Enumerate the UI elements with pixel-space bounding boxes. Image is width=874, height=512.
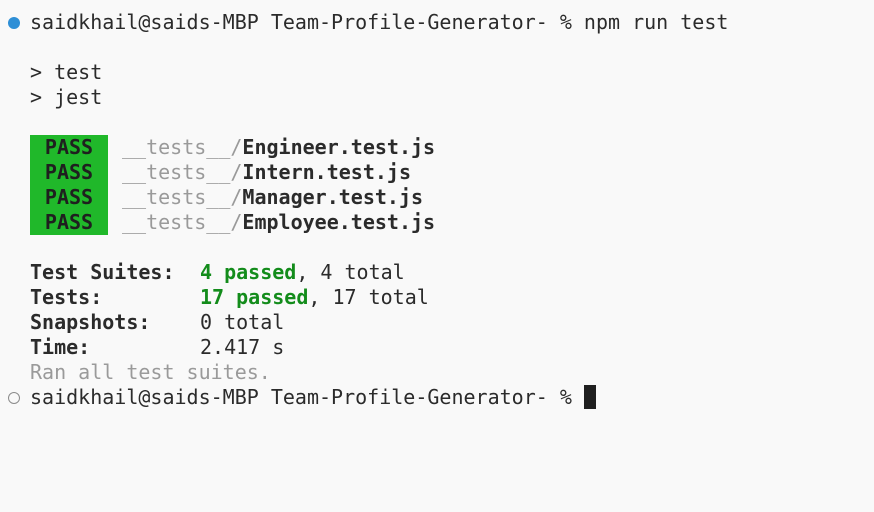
test-file: Engineer.test.js bbox=[242, 135, 436, 159]
test-file: Intern.test.js bbox=[242, 160, 411, 184]
summary-label: Snapshots: bbox=[30, 310, 151, 334]
test-result-row: PASS __tests__/Intern.test.js bbox=[30, 160, 411, 185]
pass-badge: PASS bbox=[30, 160, 108, 185]
prompt-directory: Team-Profile-Generator- bbox=[270, 10, 548, 34]
summary-test-suites: Test Suites: 4 passed, 4 total bbox=[30, 260, 405, 285]
prompt-symbol: % bbox=[559, 10, 572, 34]
script-line-test: > test bbox=[30, 60, 103, 84]
summary-passed: 17 passed bbox=[200, 285, 309, 309]
text-cursor bbox=[583, 385, 596, 409]
pass-badge: PASS bbox=[30, 210, 108, 235]
prompt-directory: Team-Profile-Generator- bbox=[270, 385, 548, 409]
test-file: Manager.test.js bbox=[242, 185, 424, 209]
ran-all-message: Ran all test suites. bbox=[30, 360, 271, 384]
summary-tests: Tests: 17 passed, 17 total bbox=[30, 285, 429, 310]
command-status-icon bbox=[8, 17, 20, 29]
prompt-symbol: % bbox=[559, 385, 572, 409]
test-file: Employee.test.js bbox=[242, 210, 436, 234]
prompt-user-host: saidkhail@saids-MBP bbox=[30, 385, 259, 409]
command-line: saidkhail@saids-MBP Team-Profile-Generat… bbox=[30, 10, 728, 35]
test-result-row: PASS __tests__/Employee.test.js bbox=[30, 210, 435, 235]
prompt-user-host: saidkhail@saids-MBP bbox=[30, 10, 259, 34]
summary-total: , 4 total bbox=[296, 260, 405, 284]
test-dir: __tests__/ bbox=[122, 160, 243, 184]
test-dir: __tests__/ bbox=[122, 210, 243, 234]
pass-badge: PASS bbox=[30, 135, 108, 160]
summary-label: Time: bbox=[30, 335, 91, 359]
summary-label: Test Suites: bbox=[30, 260, 175, 284]
test-result-row: PASS __tests__/Manager.test.js bbox=[30, 185, 423, 210]
summary-time: Time: 2.417 s bbox=[30, 335, 284, 360]
script-line-jest: > jest bbox=[30, 85, 103, 109]
summary-value: 0 total bbox=[200, 310, 285, 334]
command-text: npm run test bbox=[583, 10, 729, 34]
summary-passed: 4 passed bbox=[200, 260, 297, 284]
prompt-status-icon bbox=[8, 392, 20, 404]
test-result-row: PASS __tests__/Engineer.test.js bbox=[30, 135, 435, 160]
summary-total: , 17 total bbox=[308, 285, 429, 309]
pass-badge: PASS bbox=[30, 185, 108, 210]
summary-label: Tests: bbox=[30, 285, 103, 309]
test-dir: __tests__/ bbox=[122, 135, 243, 159]
current-prompt-line[interactable]: saidkhail@saids-MBP Team-Profile-Generat… bbox=[30, 385, 596, 410]
test-dir: __tests__/ bbox=[122, 185, 243, 209]
summary-value: 2.417 s bbox=[200, 335, 285, 359]
summary-snapshots: Snapshots: 0 total bbox=[30, 310, 284, 335]
